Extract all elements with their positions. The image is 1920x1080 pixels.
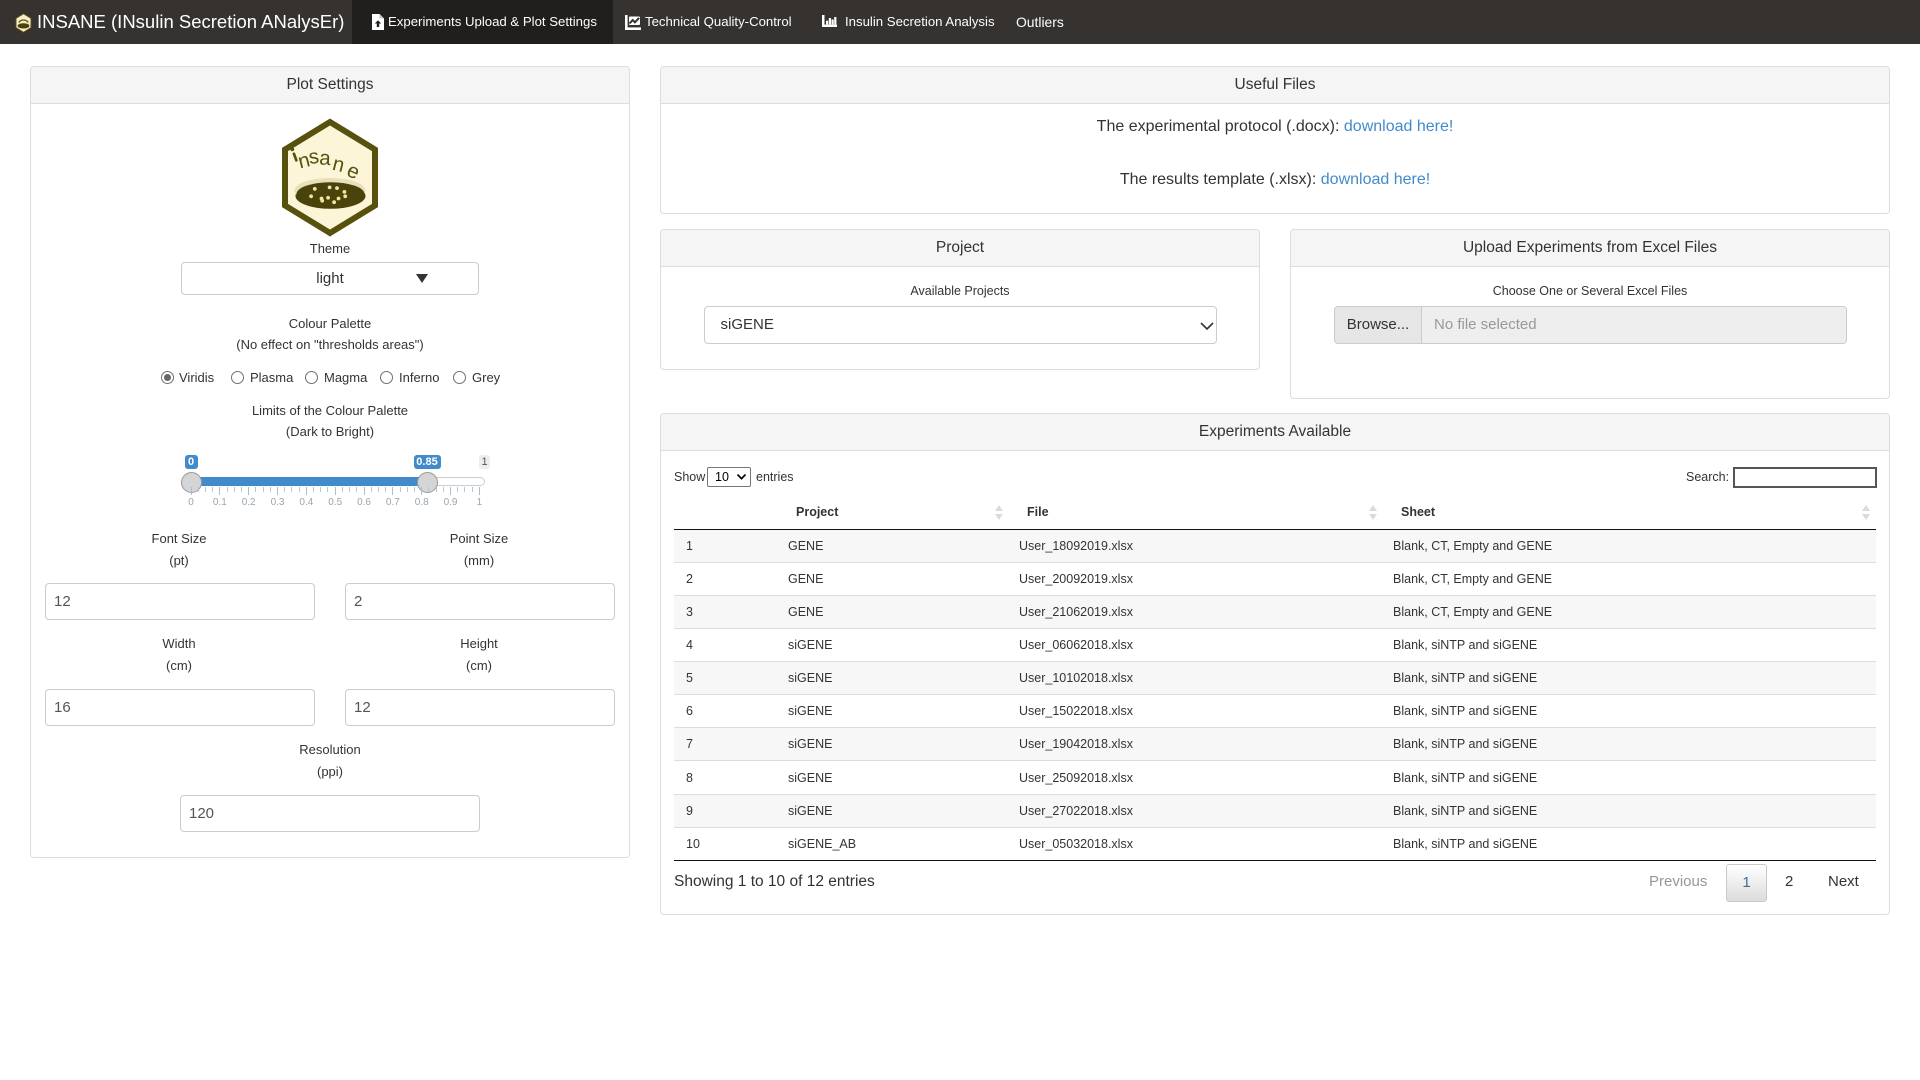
svg-text:a: a (319, 147, 332, 171)
